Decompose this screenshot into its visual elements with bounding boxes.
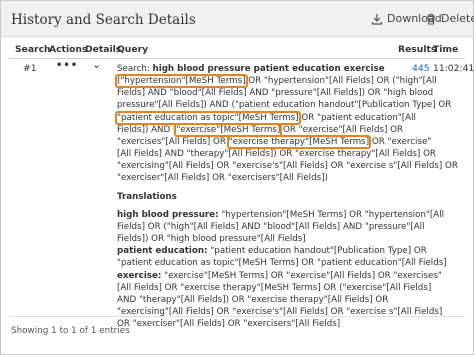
- highlight-patient-education-mesh: "patient education as topic"[MeSH Terms]: [115, 110, 301, 125]
- query-line: pressure"[All Fields]) AND ("patient edu…: [117, 100, 452, 111]
- highlight-exercise-therapy-mesh: "exercise therapy"[MeSH Terms]: [226, 134, 372, 149]
- query-line: Fields] AND "blood"[All Fields] AND "pre…: [117, 88, 434, 99]
- query-search-line: Search: high blood pressure patient educ…: [117, 64, 385, 74]
- translation-line: "patient education as topic"[MeSH Terms]…: [117, 258, 447, 269]
- header-divider: [9, 58, 465, 59]
- translation-line: AND "therapy"[All Fields]) OR "exercise …: [117, 294, 389, 305]
- query-line: "exerciser"[All Fields] OR "exercisers"[…: [117, 173, 328, 184]
- col-results[interactable]: Results: [398, 44, 436, 55]
- highlight-exercise-mesh: "exercise"[MeSH Terms]: [174, 122, 283, 137]
- col-search[interactable]: Search: [15, 44, 51, 55]
- col-time[interactable]: Time: [433, 44, 458, 55]
- panel-header: History and Search Details Download Dele…: [1, 1, 474, 37]
- col-details[interactable]: Details: [85, 44, 121, 55]
- translation-line: [All Fields] OR "exercise therapy"[MeSH …: [117, 282, 432, 293]
- translation-label-hbp: high blood pressure:: [117, 209, 219, 220]
- highlight-hypertension-mesh: ("hypertension"[MeSH Terms]: [115, 74, 248, 89]
- entries-info: Showing 1 to 1 of 1 entries: [11, 326, 130, 336]
- search-time: 11:02:41: [433, 63, 474, 74]
- download-icon: [371, 13, 383, 25]
- actions-menu-button[interactable]: •••: [56, 60, 78, 71]
- query-line: "exercising"[All Fields] OR "exercise's"…: [117, 161, 458, 172]
- history-panel: History and Search Details Download Dele…: [0, 0, 474, 355]
- query-details: Search: high blood pressure patient educ…: [115, 64, 458, 330]
- translations-heading: Translations: [117, 191, 177, 202]
- table-header: Search Actions Details Query Results Tim…: [1, 41, 473, 58]
- search-number: #1: [23, 63, 37, 74]
- details-chevron-icon[interactable]: ⌄: [92, 58, 101, 71]
- translation-label-pe: patient education:: [117, 246, 208, 257]
- col-actions[interactable]: Actions: [49, 44, 87, 55]
- translation-line: OR "exerciser"[All Fields] OR "exerciser…: [117, 319, 341, 330]
- translation-line: Fields] OR ("high"[All Fields] AND "bloo…: [117, 221, 425, 232]
- panel-title: History and Search Details: [11, 12, 196, 28]
- delete-label: Delete: [441, 12, 474, 25]
- delete-button[interactable]: Delete: [425, 12, 474, 25]
- translation-line: Fields]) OR "high blood pressure"[All Fi…: [117, 234, 306, 245]
- query-line: [All Fields] AND "therapy"[All Fields]) …: [117, 149, 436, 160]
- col-query[interactable]: Query: [117, 44, 148, 55]
- translation-label-exercise: exercise:: [117, 270, 162, 281]
- footer-divider: [9, 316, 465, 317]
- results-count-link[interactable]: 445: [412, 63, 430, 74]
- search-terms: high blood pressure patient education ex…: [152, 64, 385, 74]
- trash-icon: [427, 13, 435, 25]
